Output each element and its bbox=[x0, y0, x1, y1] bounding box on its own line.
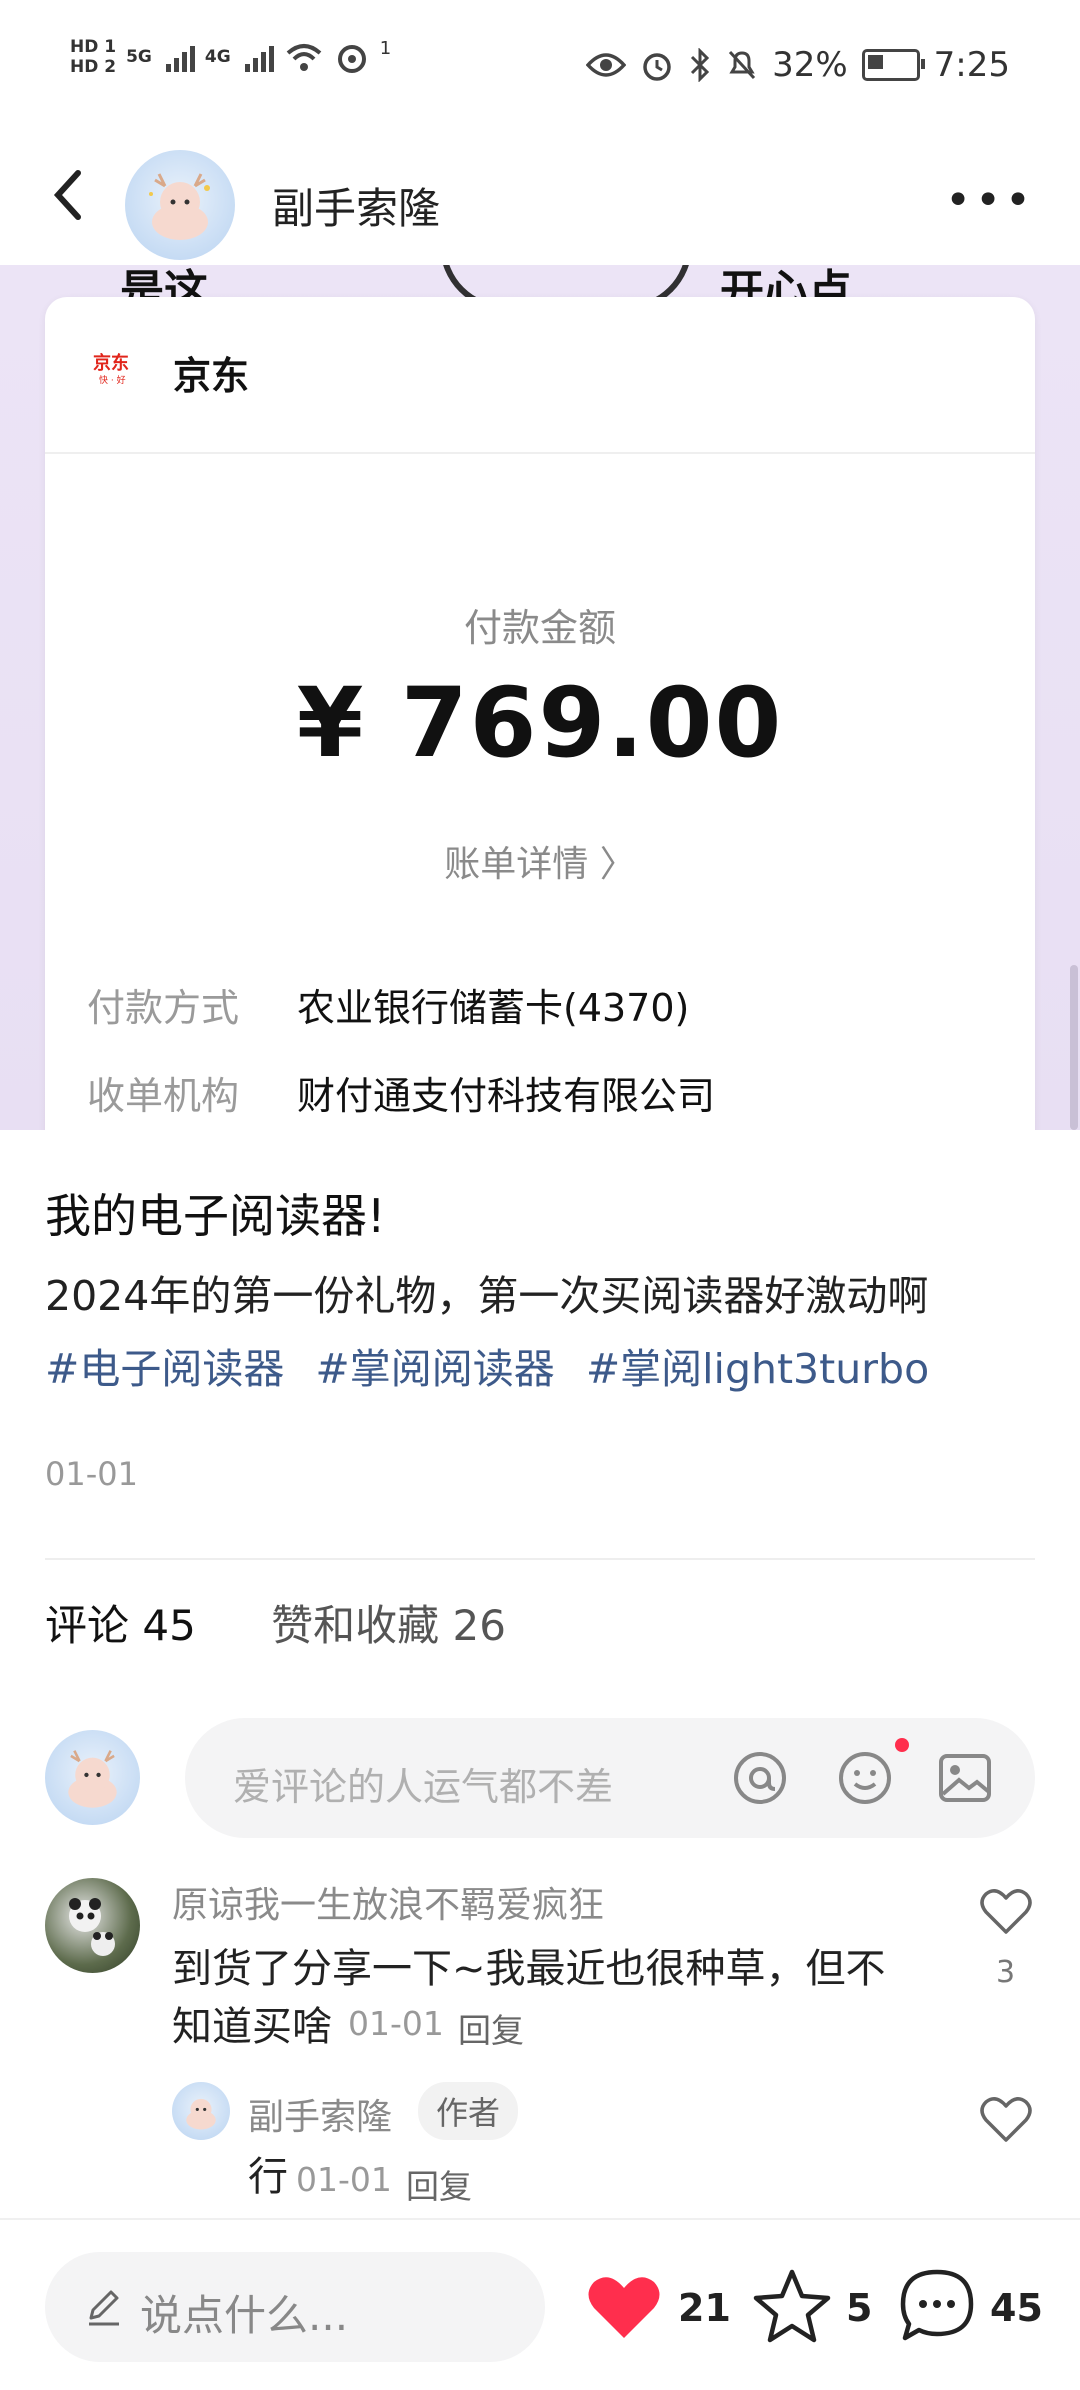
reply-author-name[interactable]: 副手索隆 bbox=[248, 2088, 392, 2140]
net1-label: 5G bbox=[126, 47, 152, 67]
pencil-icon bbox=[89, 2290, 119, 2326]
amount-value: ¥ 769.00 bbox=[296, 667, 784, 779]
tab-likes-favorites[interactable]: 赞和收藏 26 bbox=[271, 1601, 506, 1650]
reply-author-avatar[interactable] bbox=[172, 2082, 230, 2140]
eye-icon bbox=[586, 53, 627, 77]
comment-text-line2: 知道买啥 bbox=[172, 2004, 332, 2050]
hotspot-icon bbox=[337, 45, 366, 73]
comment-input[interactable]: 爱评论的人运气都不差 bbox=[185, 1718, 1035, 1838]
comment-date: 01-01 bbox=[348, 2004, 444, 2043]
battery-icon bbox=[861, 49, 925, 81]
back-arrow-icon[interactable] bbox=[40, 155, 100, 235]
post-description: 2024年的第一份礼物，第一次买阅读器好激动啊 bbox=[45, 1272, 929, 1320]
comment-like-count: 3 bbox=[996, 1955, 1016, 1990]
commenter-name[interactable]: 原谅我一生放浪不羁爱疯狂 bbox=[172, 1876, 604, 1928]
alarm-icon bbox=[643, 53, 671, 81]
author-badge: 作者 bbox=[418, 2082, 519, 2140]
image-scrollbar bbox=[1070, 965, 1078, 1130]
bottom-bar: 说点什么... 21 5 45 bbox=[0, 2218, 1080, 2390]
pay-method-value: 农业银行储蓄卡(4370) bbox=[297, 986, 690, 1030]
bill-detail-link: 账单详情 〉 bbox=[444, 844, 636, 885]
say-something-input[interactable]: 说点什么... bbox=[45, 2252, 545, 2362]
net2-label: 4G bbox=[204, 47, 231, 67]
jd-logo-icon: 京东 快 · 好 bbox=[93, 352, 129, 386]
deer-sticker-icon bbox=[186, 2098, 216, 2130]
bluetooth-icon bbox=[691, 48, 710, 82]
comment-reply-button[interactable]: 回复 bbox=[458, 2004, 524, 2052]
reply-date: 01-01 bbox=[296, 2160, 392, 2199]
tag-link[interactable]: #电子阅读器 bbox=[45, 1345, 284, 1393]
clock: 7:25 bbox=[933, 45, 1010, 85]
post-image[interactable]: 是这 开心点 京东 快 · 好 京东 付款金额 ¥ 769.00 账单详情 〉 … bbox=[0, 265, 1080, 1130]
tab-comments[interactable]: 评论 45 bbox=[45, 1601, 196, 1650]
hd1-label: HD 1 bbox=[70, 37, 117, 57]
stats-tabs: 评论 45 赞和收藏 26 bbox=[45, 1592, 506, 1653]
reply-text: 行 bbox=[248, 2154, 288, 2200]
more-options-icon[interactable]: ••• bbox=[945, 175, 1035, 226]
deer-sticker-icon bbox=[149, 173, 210, 240]
reply-like-heart-icon[interactable] bbox=[978, 2094, 1034, 2144]
signal-icon-2 bbox=[244, 42, 274, 72]
comment-text-line1: 到货了分享一下~我最近也很种草，但不 bbox=[172, 1946, 886, 1992]
emoji-icon[interactable] bbox=[835, 1748, 895, 1808]
deer-sticker-icon bbox=[68, 1750, 117, 1808]
like-heart-icon[interactable] bbox=[585, 2272, 663, 2342]
shop-name: 京东 bbox=[173, 354, 250, 398]
reply-reply-button[interactable]: 回复 bbox=[406, 2160, 472, 2208]
say-something-placeholder: 说点什么... bbox=[140, 2291, 349, 2340]
merchant-value: 财付通支付科技有限公司 bbox=[297, 1074, 716, 1118]
signal-icon bbox=[165, 42, 195, 72]
battery-percent: 32% bbox=[772, 45, 848, 85]
section-divider bbox=[45, 1558, 1035, 1560]
receipt-card: 京东 快 · 好 京东 付款金额 ¥ 769.00 账单详情 〉 付款方式 农业… bbox=[45, 297, 1035, 1130]
comment-like-heart-icon[interactable] bbox=[978, 1886, 1034, 1936]
like-count: 21 bbox=[678, 2286, 731, 2330]
status-right: 32% 7:25 bbox=[586, 45, 1010, 85]
author-avatar[interactable] bbox=[125, 150, 235, 260]
amount-label: 付款金额 bbox=[463, 606, 616, 650]
tag-link[interactable]: #掌阅light3turbo bbox=[586, 1345, 929, 1393]
status-left: HD 1 HD 2 5G 4G 1 bbox=[70, 38, 391, 76]
comment-placeholder: 爱评论的人运气都不差 bbox=[233, 1765, 614, 1809]
wifi-icon bbox=[286, 44, 322, 71]
svg-text:快 · 好: 快 · 好 bbox=[99, 374, 126, 386]
author-name[interactable]: 副手索隆 bbox=[272, 175, 440, 236]
commenter-avatar[interactable] bbox=[45, 1878, 140, 1973]
svg-text:京东: 京东 bbox=[93, 352, 129, 374]
notification-dot bbox=[895, 1738, 909, 1752]
post-date: 01-01 bbox=[45, 1455, 138, 1493]
post-tags: #电子阅读器 #掌阅阅读器 #掌阅light3turbo bbox=[45, 1335, 947, 1395]
star-icon[interactable] bbox=[752, 2266, 832, 2344]
hd2-label: HD 2 bbox=[70, 57, 117, 77]
panda-avatar-icon bbox=[69, 1898, 115, 1956]
comment-count: 45 bbox=[990, 2286, 1043, 2330]
comment-bubble-icon[interactable] bbox=[897, 2266, 977, 2346]
star-count: 5 bbox=[846, 2286, 873, 2330]
merchant-label: 收单机构 bbox=[87, 1074, 240, 1118]
card-divider bbox=[45, 452, 1035, 454]
my-avatar bbox=[45, 1730, 140, 1825]
pay-method-label: 付款方式 bbox=[87, 986, 240, 1030]
image-picker-icon[interactable] bbox=[935, 1748, 995, 1808]
hotspot-count: 1 bbox=[379, 38, 392, 59]
header: 副手索隆 ••• bbox=[0, 130, 1080, 265]
status-bar: HD 1 HD 2 5G 4G 1 32% 7:25 bbox=[0, 0, 1080, 130]
at-mention-icon[interactable] bbox=[730, 1748, 790, 1808]
mute-icon bbox=[728, 50, 756, 80]
tag-link[interactable]: #掌阅阅读器 bbox=[315, 1345, 554, 1393]
post-title: 我的电子阅读器! bbox=[45, 1189, 386, 1243]
